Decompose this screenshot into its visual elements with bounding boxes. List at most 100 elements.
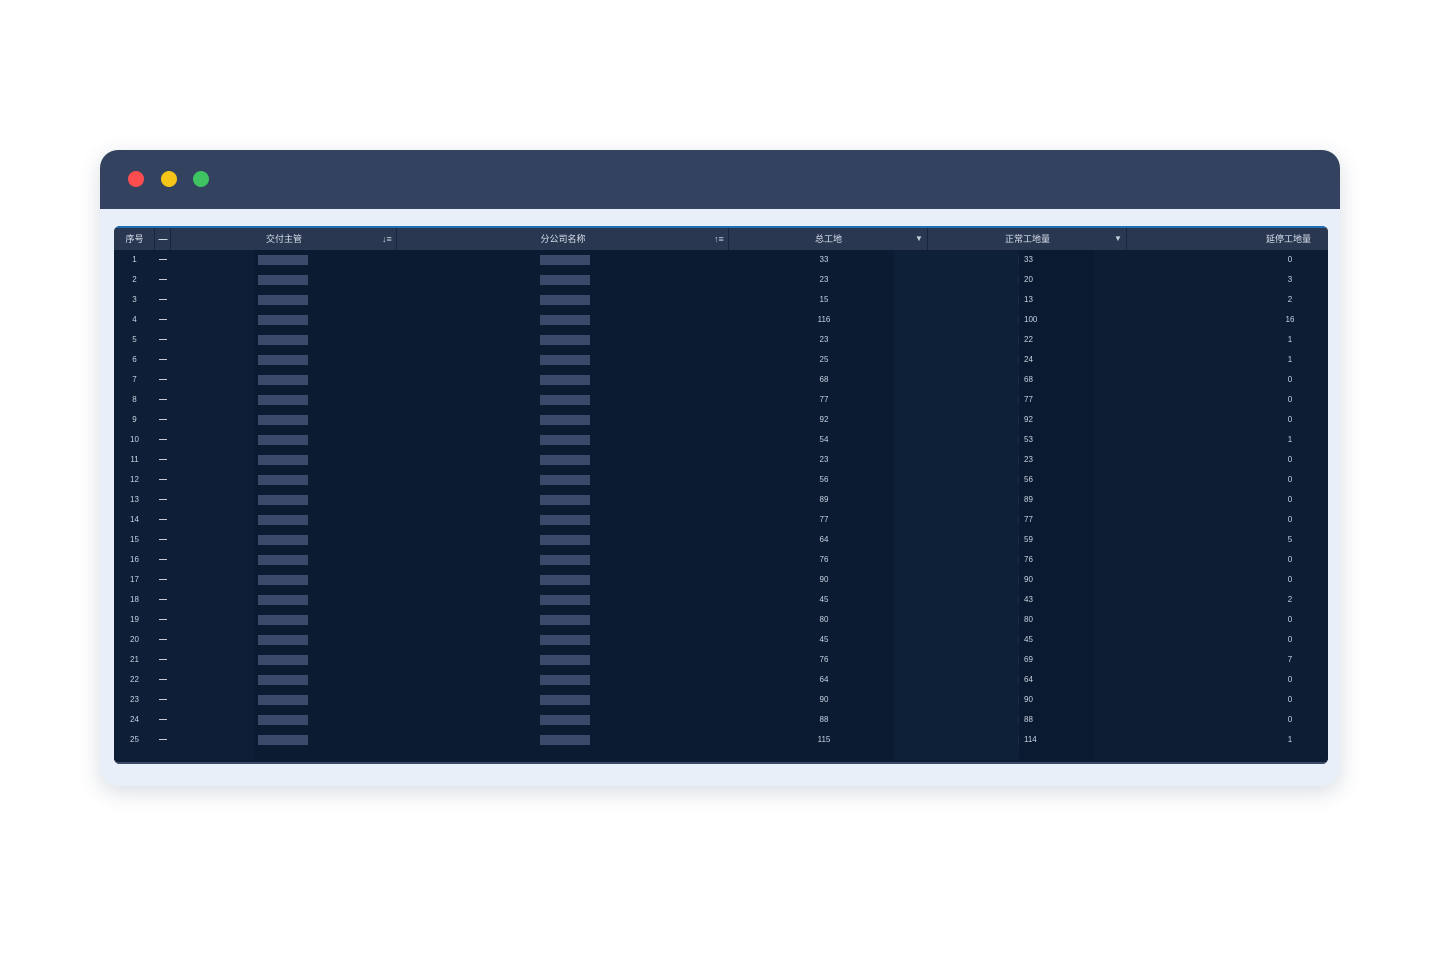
row-expand-toggle[interactable]: — xyxy=(155,410,171,430)
table-row[interactable]: 13 — 89 89 0 xyxy=(114,490,1328,510)
table-row[interactable]: 9 — 92 92 0 xyxy=(114,410,1328,430)
table-row[interactable]: 11 — 23 23 0 xyxy=(114,450,1328,470)
row-expand-toggle[interactable]: — xyxy=(155,310,171,330)
expand-all-toggle[interactable]: — xyxy=(155,228,171,250)
row-expand-toggle[interactable]: — xyxy=(155,510,171,530)
row-expand-toggle[interactable]: — xyxy=(155,650,171,670)
site-stats-table: 序号 — 交付主管 ↓≡ 分公司名称 ↑≡ 总工地 ▼ 正常工地量 ▼ 延停工地… xyxy=(114,226,1328,764)
row-expand-toggle[interactable]: — xyxy=(155,590,171,610)
table-row[interactable]: 21 — 76 69 7 xyxy=(114,650,1328,670)
table-row[interactable]: 3 — 15 13 2 xyxy=(114,290,1328,310)
total-sites-value: 90 xyxy=(819,695,829,704)
table-row[interactable]: 18 — 45 43 2 xyxy=(114,590,1328,610)
table-row[interactable]: 4 — 116 100 16 xyxy=(114,310,1328,330)
table-row[interactable]: 2 — 23 20 3 xyxy=(114,270,1328,290)
delayed-sites-value: 0 xyxy=(1287,415,1293,424)
table-row[interactable]: 23 — 90 90 0 xyxy=(114,690,1328,710)
column-header-normal[interactable]: 正常工地量 ▼ xyxy=(928,228,1127,250)
row-expand-toggle[interactable]: — xyxy=(155,270,171,290)
table-row[interactable]: 5 — 23 22 1 xyxy=(114,330,1328,350)
minimize-window-button[interactable] xyxy=(161,171,177,187)
normal-sites-value: 13 xyxy=(1018,290,1058,310)
table-row[interactable]: 25 — 115 114 1 xyxy=(114,730,1328,750)
column-header-manager[interactable]: 交付主管 ↓≡ xyxy=(171,228,397,250)
company-name-redacted xyxy=(540,315,590,325)
normal-sites-value: 76 xyxy=(1018,550,1058,570)
table-row[interactable]: 8 — 77 77 0 xyxy=(114,390,1328,410)
table-row[interactable]: 6 — 25 24 1 xyxy=(114,350,1328,370)
row-expand-toggle[interactable]: — xyxy=(155,530,171,550)
row-expand-toggle[interactable]: — xyxy=(155,290,171,310)
delayed-sites-value: 0 xyxy=(1287,555,1293,564)
row-expand-toggle[interactable]: — xyxy=(155,710,171,730)
delayed-sites-value: 0 xyxy=(1287,375,1293,384)
table-row[interactable]: 7 — 68 68 0 xyxy=(114,370,1328,390)
column-header-normal-label: 正常工地量 xyxy=(1004,234,1050,244)
table-row[interactable]: 16 — 76 76 0 xyxy=(114,550,1328,570)
row-expand-toggle[interactable]: — xyxy=(155,670,171,690)
row-expand-toggle[interactable]: — xyxy=(155,350,171,370)
column-header-company[interactable]: 分公司名称 ↑≡ xyxy=(397,228,729,250)
manager-name-redacted xyxy=(258,455,308,465)
manager-name-redacted xyxy=(258,595,308,605)
close-window-button[interactable] xyxy=(128,171,144,187)
row-index: 18 xyxy=(130,595,139,604)
company-name-redacted xyxy=(540,435,590,445)
sort-asc-icon[interactable]: ↑≡ xyxy=(714,228,724,250)
row-expand-toggle[interactable]: — xyxy=(155,690,171,710)
table-row[interactable]: 24 — 88 88 0 xyxy=(114,710,1328,730)
row-expand-toggle[interactable]: — xyxy=(155,570,171,590)
sort-desc-icon[interactable]: ↓≡ xyxy=(382,228,392,250)
table-row[interactable]: 20 — 45 45 0 xyxy=(114,630,1328,650)
row-expand-toggle[interactable]: — xyxy=(155,550,171,570)
company-name-redacted xyxy=(540,255,590,265)
manager-name-redacted xyxy=(258,575,308,585)
table-row[interactable]: 15 — 64 59 5 xyxy=(114,530,1328,550)
caret-down-icon[interactable]: ▼ xyxy=(1114,228,1122,250)
row-expand-toggle[interactable]: — xyxy=(155,610,171,630)
row-expand-toggle[interactable]: — xyxy=(155,250,171,270)
row-index: 9 xyxy=(132,415,137,424)
row-expand-toggle[interactable]: — xyxy=(155,450,171,470)
row-expand-toggle[interactable]: — xyxy=(155,490,171,510)
normal-sites-value: 43 xyxy=(1018,590,1058,610)
normal-sites-value: 45 xyxy=(1018,630,1058,650)
table-row[interactable]: 12 — 56 56 0 xyxy=(114,470,1328,490)
row-index: 16 xyxy=(130,555,139,564)
row-index: 8 xyxy=(132,395,137,404)
table-row[interactable]: 14 — 77 77 0 xyxy=(114,510,1328,530)
row-expand-toggle[interactable]: — xyxy=(155,330,171,350)
total-sites-value: 68 xyxy=(819,375,829,384)
row-expand-toggle[interactable]: — xyxy=(155,370,171,390)
delayed-sites-value: 1 xyxy=(1287,355,1293,364)
normal-sites-value: 33 xyxy=(1018,250,1058,270)
total-sites-value: 54 xyxy=(819,435,829,444)
table-row[interactable]: 17 — 90 90 0 xyxy=(114,570,1328,590)
row-index: 15 xyxy=(130,535,139,544)
delayed-sites-value: 1 xyxy=(1287,435,1293,444)
delayed-sites-value: 0 xyxy=(1287,695,1293,704)
row-expand-toggle[interactable]: — xyxy=(155,470,171,490)
manager-name-redacted xyxy=(258,475,308,485)
manager-name-redacted xyxy=(258,355,308,365)
total-sites-value: 92 xyxy=(819,415,829,424)
normal-sites-value: 92 xyxy=(1018,410,1058,430)
maximize-window-button[interactable] xyxy=(193,171,209,187)
company-name-redacted xyxy=(540,735,590,745)
delayed-sites-value: 7 xyxy=(1287,655,1293,664)
row-expand-toggle[interactable]: — xyxy=(155,630,171,650)
table-row[interactable]: 19 — 80 80 0 xyxy=(114,610,1328,630)
row-expand-toggle[interactable]: — xyxy=(155,430,171,450)
caret-down-icon[interactable]: ▼ xyxy=(915,228,923,250)
total-sites-value: 25 xyxy=(819,355,829,364)
company-name-redacted xyxy=(540,395,590,405)
table-row[interactable]: 22 — 64 64 0 xyxy=(114,670,1328,690)
row-index: 17 xyxy=(130,575,139,584)
table-row[interactable]: 10 — 54 53 1 xyxy=(114,430,1328,450)
column-header-total[interactable]: 总工地 ▼ xyxy=(729,228,928,250)
total-sites-value: 115 xyxy=(817,735,831,744)
row-expand-toggle[interactable]: — xyxy=(155,730,171,750)
row-expand-toggle[interactable]: — xyxy=(155,390,171,410)
table-row[interactable]: 1 — 33 33 0 xyxy=(114,250,1328,270)
company-name-redacted xyxy=(540,515,590,525)
